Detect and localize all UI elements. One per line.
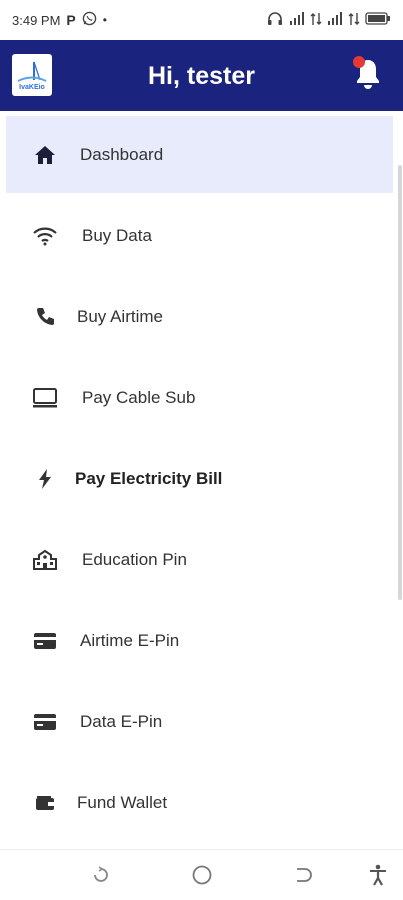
system-nav-bar — [0, 849, 403, 900]
menu-item-buy-data[interactable]: Buy Data — [6, 197, 393, 274]
bolt-icon — [32, 466, 58, 492]
status-time: 3:49 PM — [12, 12, 61, 28]
whatsapp-icon — [82, 11, 97, 29]
menu-item-label: Pay Electricity Bill — [75, 469, 223, 488]
battery-icon — [365, 12, 391, 28]
home-icon — [32, 142, 58, 168]
menu-item-label: Data E-Pin — [80, 712, 163, 731]
menu-item-label: Pay Cable Sub — [82, 388, 196, 407]
menu-item-dashboard[interactable]: Dashboard — [6, 116, 393, 193]
menu-item-pay-cable-sub[interactable]: Pay Cable Sub — [6, 359, 393, 436]
menu-item-label: Education Pin — [82, 550, 187, 569]
card-icon — [32, 628, 58, 654]
app-notification-letter: P — [66, 12, 76, 28]
status-left: 3:49 PM P • — [12, 11, 107, 29]
home-circle-icon[interactable] — [189, 862, 215, 888]
menu-item-label: Buy Airtime — [77, 307, 163, 326]
menu-item-airtime-e-pin[interactable]: Airtime E-Pin — [6, 602, 393, 679]
nav-menu: Dashboard Buy Data Buy Airtime Pay Cable… — [0, 111, 403, 849]
wifi-icon — [32, 223, 58, 249]
card-icon — [32, 709, 58, 735]
menu-item-fund-wallet[interactable]: Fund Wallet — [6, 764, 393, 841]
wallet-icon — [32, 790, 58, 816]
headphones-icon — [266, 11, 284, 29]
notification-badge — [353, 56, 365, 68]
accessibility-icon[interactable] — [365, 862, 391, 888]
app-header: IvaKEio Hi, tester — [0, 40, 403, 111]
status-bar: 3:49 PM P • — [0, 0, 403, 40]
menu-item-education-pin[interactable]: Education Pin — [6, 521, 393, 598]
signal-icon — [289, 12, 305, 28]
tv-icon — [32, 385, 58, 411]
phone-icon — [32, 304, 58, 330]
scrollbar[interactable] — [398, 165, 402, 600]
data-arrows-icon-2 — [348, 12, 360, 29]
menu-item-data-e-pin[interactable]: Data E-Pin — [6, 683, 393, 760]
back-icon[interactable] — [290, 862, 316, 888]
menu-item-label: Buy Data — [82, 226, 152, 245]
school-icon — [32, 547, 58, 573]
menu-item-label: Dashboard — [80, 145, 164, 164]
status-right — [266, 11, 391, 29]
recent-apps-icon[interactable] — [88, 862, 114, 888]
signal-icon-2 — [327, 12, 343, 28]
menu-item-label: Airtime E-Pin — [80, 631, 180, 650]
menu-item-label: Fund Wallet — [77, 793, 168, 812]
greeting-title: Hi, tester — [148, 62, 255, 90]
menu-item-buy-airtime[interactable]: Buy Airtime — [6, 278, 393, 355]
menu-item-pay-electricity-bill[interactable]: Pay Electricity Bill — [6, 440, 393, 517]
status-dot: • — [102, 13, 107, 27]
data-arrows-icon — [310, 12, 322, 29]
